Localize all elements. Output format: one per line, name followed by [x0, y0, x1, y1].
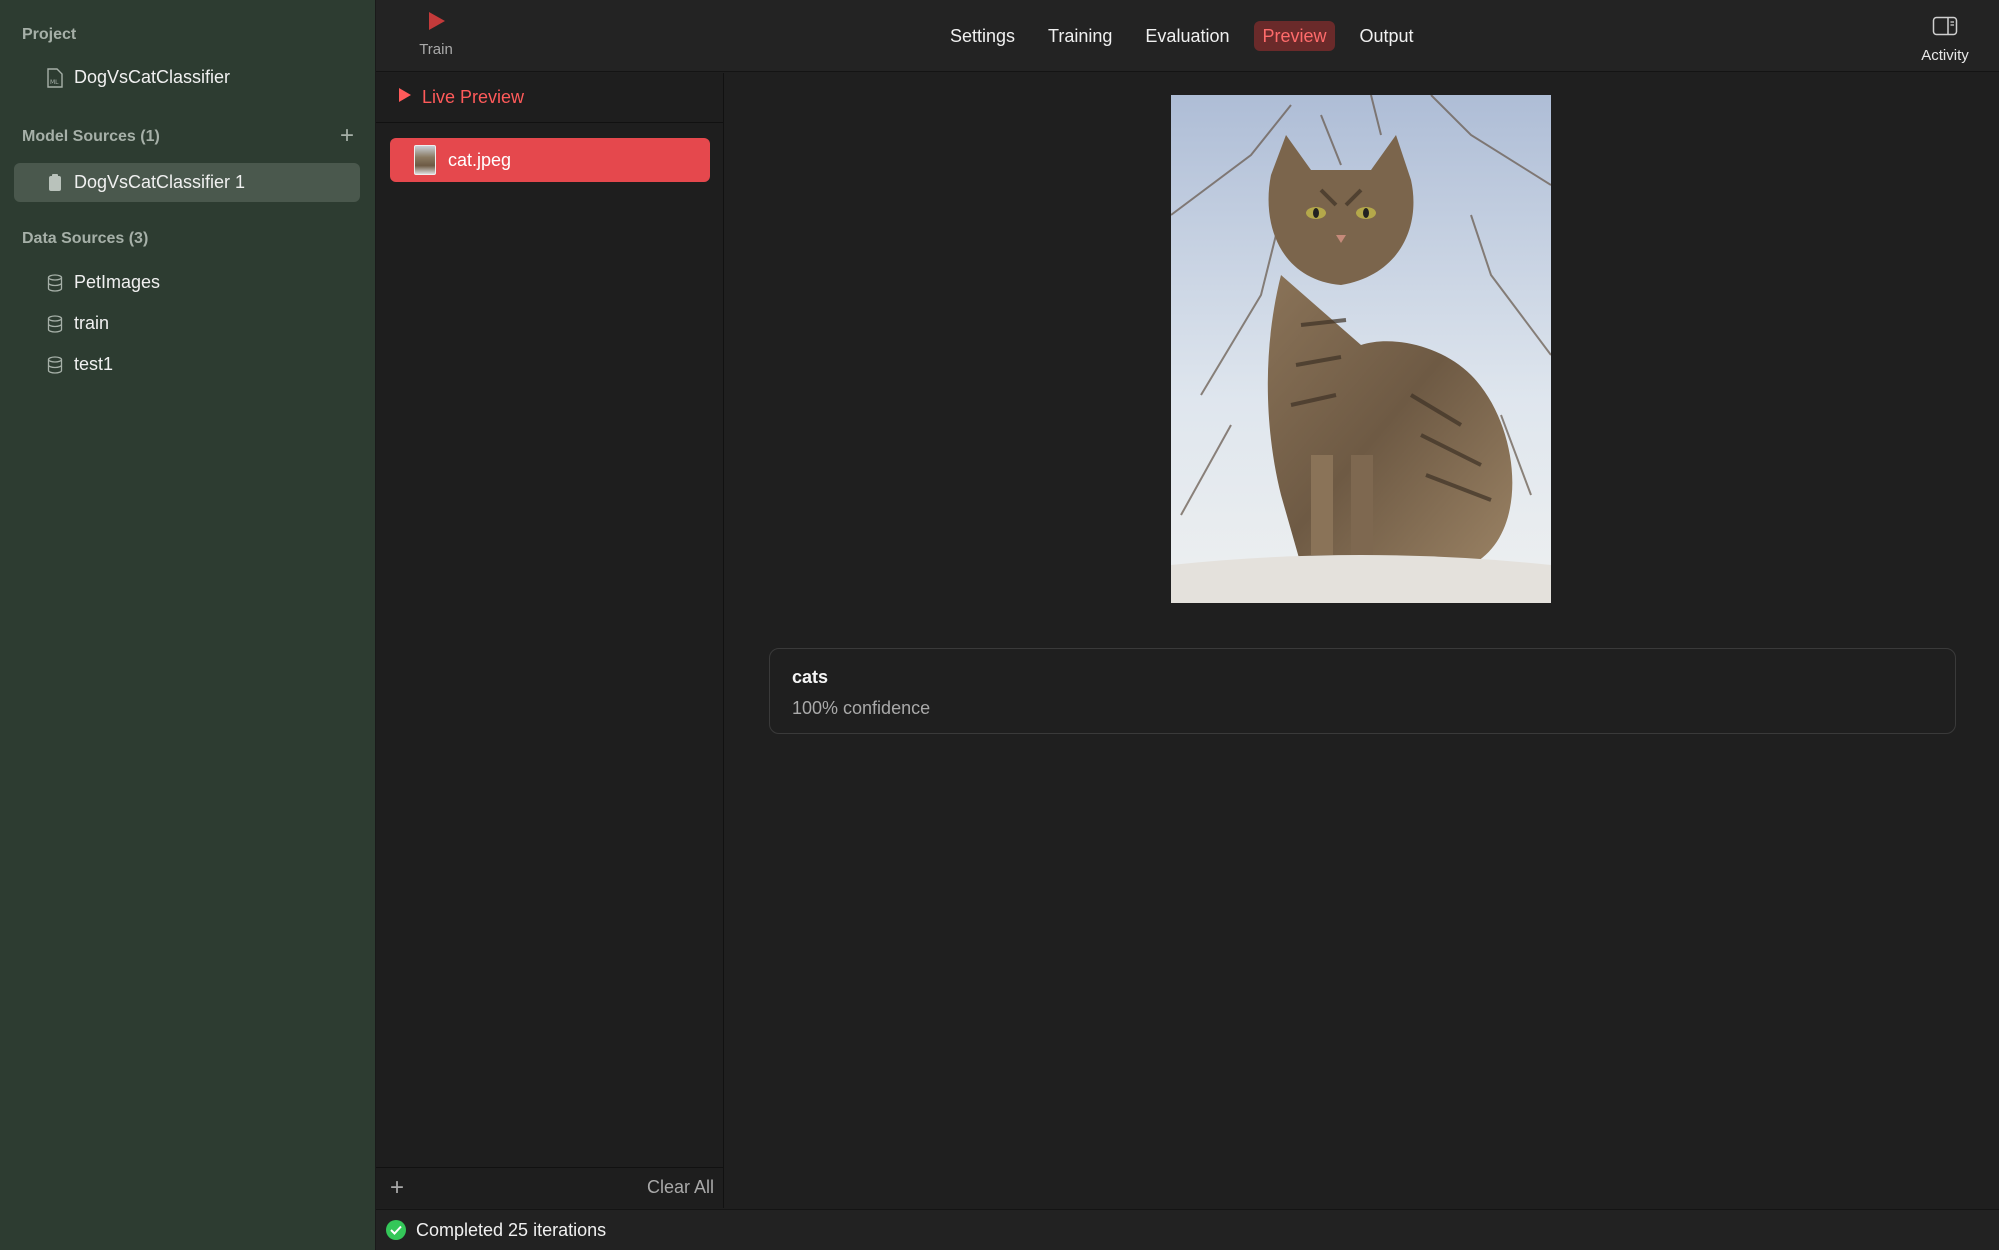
- status-text: Completed 25 iterations: [416, 1219, 607, 1240]
- preview-area: cats 100% confidence: [725, 73, 1999, 1208]
- sidebar-item-label: DogVsCatClassifier 1: [74, 172, 246, 192]
- live-preview-header[interactable]: Live Preview: [376, 73, 724, 123]
- model-icon: [46, 173, 64, 193]
- sidebar-item-project[interactable]: ML DogVsCatClassifier: [14, 58, 360, 97]
- sidebar-item-label: test1: [74, 354, 114, 374]
- sidebar-item-train[interactable]: train: [14, 304, 360, 343]
- database-icon: [46, 314, 64, 334]
- toolbar: Train Settings Training Evaluation Previ…: [376, 0, 1999, 72]
- checkmark-icon: [386, 1220, 406, 1240]
- file-panel-footer: + Clear All: [376, 1167, 724, 1208]
- tab-bar: Settings Training Evaluation Preview Out…: [942, 21, 1439, 51]
- play-icon: [425, 10, 447, 37]
- prediction-confidence: 100% confidence: [792, 698, 931, 718]
- tab-output[interactable]: Output: [1352, 21, 1422, 51]
- prediction-label: cats: [792, 667, 829, 687]
- activity-button[interactable]: Activity: [1913, 16, 1977, 64]
- svg-text:ML: ML: [50, 79, 59, 86]
- sidebar-item-petimages[interactable]: PetImages: [14, 263, 360, 302]
- ml-document-icon: ML: [46, 67, 64, 88]
- tab-preview[interactable]: Preview: [1254, 21, 1335, 51]
- sidebar-item-test1[interactable]: test1: [14, 345, 360, 384]
- add-file-button[interactable]: +: [386, 1174, 408, 1202]
- sidebar: Project ML DogVsCatClassifier Model Sour…: [0, 0, 376, 1250]
- train-label: Train: [419, 41, 453, 58]
- sidebar-toggle-icon: [1932, 16, 1958, 41]
- sidebar-item-model[interactable]: DogVsCatClassifier 1: [14, 163, 360, 202]
- prediction-result-card: cats 100% confidence: [769, 648, 1956, 734]
- sidebar-item-label: train: [74, 313, 110, 333]
- preview-file-panel: Live Preview cat.jpeg + Clear All: [376, 73, 724, 1208]
- add-model-source-button[interactable]: +: [336, 124, 358, 148]
- preview-image: [1171, 95, 1551, 603]
- file-list-item[interactable]: cat.jpeg: [390, 138, 710, 182]
- train-button[interactable]: Train: [404, 10, 468, 66]
- tab-evaluation[interactable]: Evaluation: [1137, 21, 1237, 51]
- data-sources-title: Data Sources (3): [22, 230, 149, 247]
- sidebar-item-label: PetImages: [74, 272, 161, 292]
- play-icon: [398, 87, 412, 108]
- image-thumbnail: [414, 145, 436, 175]
- database-icon: [46, 355, 64, 375]
- status-bar: Completed 25 iterations: [376, 1209, 1999, 1250]
- model-sources-title: Model Sources (1): [22, 128, 160, 145]
- activity-label: Activity: [1921, 47, 1969, 64]
- tab-training[interactable]: Training: [1040, 21, 1120, 51]
- project-section-title: Project: [22, 26, 77, 43]
- tab-settings[interactable]: Settings: [942, 21, 1023, 51]
- live-preview-label: Live Preview: [422, 87, 525, 107]
- database-icon: [46, 273, 64, 293]
- file-name: cat.jpeg: [448, 149, 512, 170]
- sidebar-item-label: DogVsCatClassifier: [74, 67, 231, 87]
- clear-all-button[interactable]: Clear All: [647, 1177, 714, 1198]
